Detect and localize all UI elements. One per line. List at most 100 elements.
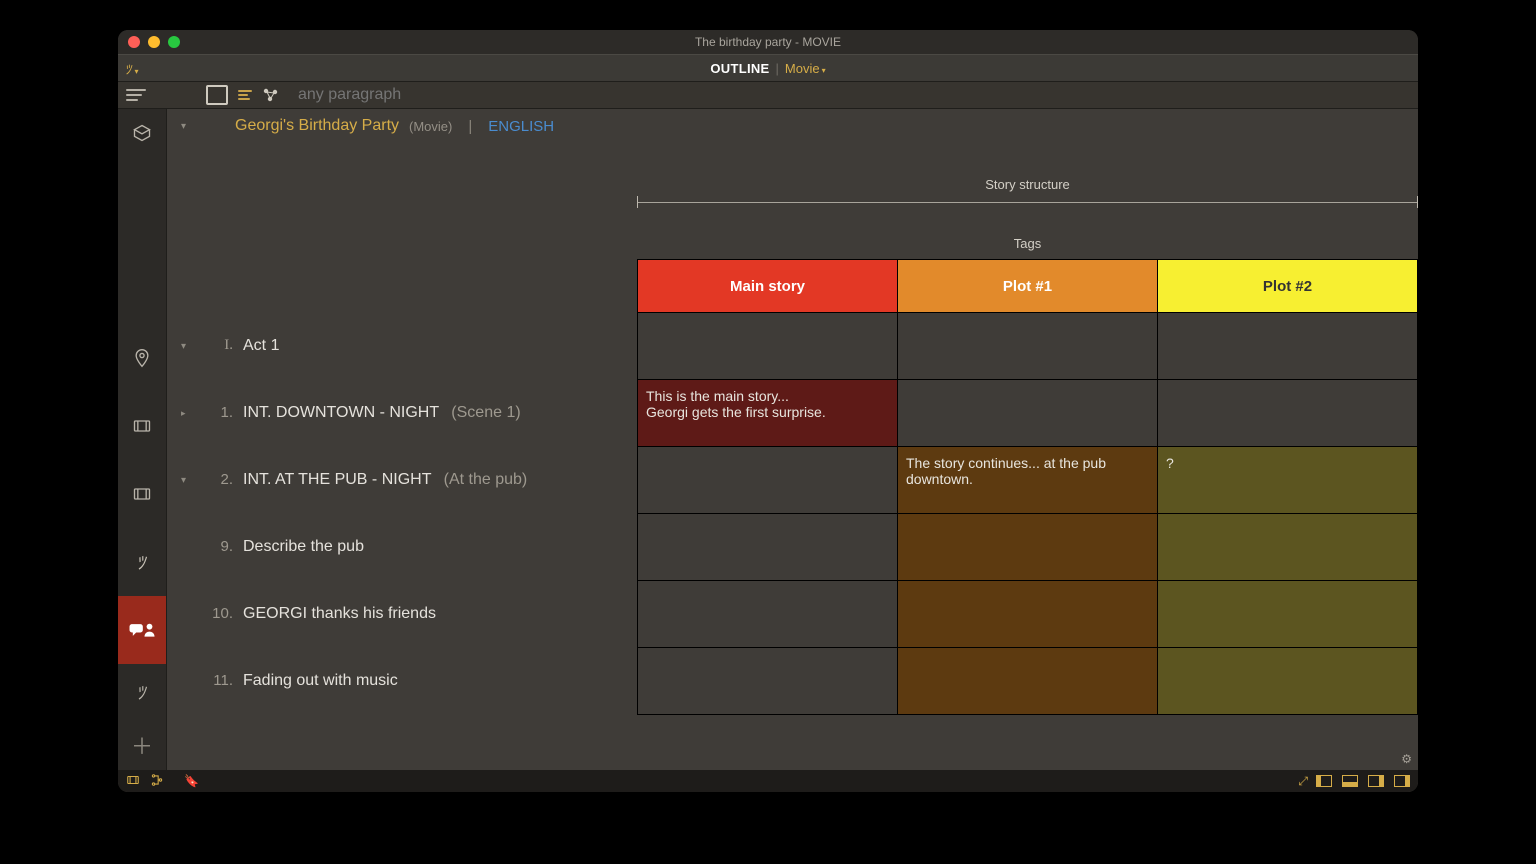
tags-row (638, 648, 1418, 715)
outline-text: Act 1 (243, 337, 279, 355)
column-header-plot-2[interactable]: Plot #2 (1158, 260, 1418, 313)
tags-label: Tags (637, 236, 1418, 251)
tags-grid: Main story Plot #1 Plot #2 This is the m… (637, 259, 1418, 715)
window-title: The birthday party - MOVIE (695, 35, 841, 49)
outline-lines-icon[interactable] (238, 90, 252, 100)
chevron-down-icon[interactable]: ▾ (181, 475, 201, 486)
tag-cell[interactable] (1158, 581, 1418, 648)
cluster-icon[interactable] (262, 87, 280, 103)
menu-icon[interactable] (126, 89, 146, 101)
sidebar-item-character-dialog[interactable] (118, 596, 166, 664)
tag-cell[interactable]: ? (1158, 447, 1418, 514)
expand-icon[interactable]: ⤢ (1298, 774, 1306, 789)
tag-cell[interactable] (898, 313, 1158, 380)
project-type-dropdown[interactable]: Movie▾ (785, 61, 826, 76)
project-type-label: Movie (785, 61, 820, 76)
language-selector[interactable]: ENGLISH (488, 118, 554, 135)
doc-header: ▾ Georgi's Birthday Party (Movie) | ENGL… (167, 109, 1418, 141)
outline-row-act[interactable]: ▾ I. Act 1 (181, 317, 637, 384)
status-bar: 🔖 ⤢ (118, 770, 1418, 792)
tag-cell[interactable]: This is the main story... Georgi gets th… (638, 380, 898, 447)
sidebar-item-scene-b[interactable] (118, 460, 166, 528)
chevron-right-icon[interactable]: ▸ (181, 408, 201, 419)
page-icon[interactable] (206, 85, 228, 105)
outline-text: INT. DOWNTOWN - NIGHT (Scene 1) (243, 404, 521, 422)
titlebar: The birthday party - MOVIE (118, 30, 1418, 54)
separator: | (776, 61, 779, 76)
outline-row[interactable]: 10. GEORGI thanks his friends (181, 585, 637, 652)
traffic-lights (128, 30, 180, 54)
outline-label: INT. DOWNTOWN - NIGHT (243, 404, 439, 421)
sidebar-item-box[interactable] (118, 109, 166, 157)
doc-collapse-toggle[interactable]: ▾ (181, 121, 195, 132)
tag-cell[interactable] (898, 581, 1158, 648)
tag-cell[interactable] (898, 514, 1158, 581)
outline-number: 9. (201, 538, 233, 555)
paragraph-icon-group (206, 85, 280, 105)
view-label-outline[interactable]: OUTLINE (710, 61, 769, 76)
sidebar-item-location[interactable] (118, 324, 166, 392)
outline-text: Fading out with music (243, 672, 398, 690)
outline-row-scene[interactable]: ▾ 2. INT. AT THE PUB - NIGHT (At the pub… (181, 451, 637, 518)
tag-cell[interactable] (638, 648, 898, 715)
panel-left-icon[interactable] (1316, 775, 1332, 787)
tree-icon[interactable] (150, 773, 164, 790)
tag-cell[interactable] (638, 447, 898, 514)
tags-row (638, 581, 1418, 648)
paragraph-toolbar (118, 82, 1418, 109)
tag-cell[interactable] (1158, 514, 1418, 581)
tags-row: This is the main story... Georgi gets th… (638, 380, 1418, 447)
tag-cell[interactable]: The story continues... at the pub downto… (898, 447, 1158, 514)
tag-cell[interactable] (638, 514, 898, 581)
doc-title[interactable]: Georgi's Birthday Party (235, 117, 399, 135)
panel-right-icon[interactable] (1368, 775, 1384, 787)
left-sidebar: ﾂ ﾂ ＋ (118, 109, 166, 770)
running-icon[interactable]: ﾂ▾ (126, 59, 139, 78)
app-window: The birthday party - MOVIE ﾂ▾ OUTLINE | … (118, 30, 1418, 792)
main-split: ▾ I. Act 1 ▸ 1. INT. DOWNTOWN - NIGHT (S… (167, 141, 1418, 770)
outline-list: ▾ I. Act 1 ▸ 1. INT. DOWNTOWN - NIGHT (S… (167, 141, 637, 770)
sidebar-item-scene-a[interactable] (118, 392, 166, 460)
outline-annotation: (Scene 1) (451, 404, 520, 421)
outline-text: INT. AT THE PUB - NIGHT (At the pub) (243, 471, 527, 489)
minimize-window-icon[interactable] (148, 36, 160, 48)
tag-cell[interactable] (1158, 648, 1418, 715)
column-header-plot-1[interactable]: Plot #1 (898, 260, 1158, 313)
tag-cell[interactable] (1158, 380, 1418, 447)
sidebar-item-action-b[interactable]: ﾂ (118, 664, 166, 720)
paragraph-filter-input[interactable] (296, 85, 500, 105)
story-structure-label: Story structure (637, 177, 1418, 192)
tag-cell[interactable] (638, 313, 898, 380)
sidebar-item-action[interactable]: ﾂ (118, 528, 166, 596)
tags-panel: Story structure Tags Main story Plot #1 … (637, 141, 1418, 770)
outline-number: 11. (201, 672, 233, 689)
film-icon[interactable] (126, 773, 140, 790)
fullscreen-window-icon[interactable] (168, 36, 180, 48)
tag-cell[interactable] (898, 380, 1158, 447)
chevron-down-icon[interactable]: ▾ (181, 341, 201, 352)
close-window-icon[interactable] (128, 36, 140, 48)
tag-cell[interactable] (1158, 313, 1418, 380)
mode-nav: ﾂ▾ OUTLINE | Movie▾ (118, 54, 1418, 82)
tags-row (638, 514, 1418, 581)
tags-row (638, 313, 1418, 380)
outline-row-scene[interactable]: ▸ 1. INT. DOWNTOWN - NIGHT (Scene 1) (181, 384, 637, 451)
sidebar-add-button[interactable]: ＋ (118, 720, 166, 770)
tag-cell[interactable] (638, 581, 898, 648)
bookmark-icon[interactable]: 🔖 (184, 774, 199, 788)
outline-label: INT. AT THE PUB - NIGHT (243, 471, 431, 488)
outline-number: 2. (201, 471, 233, 488)
outline-number: 10. (201, 605, 233, 622)
column-header-main-story[interactable]: Main story (638, 260, 898, 313)
content: ▾ Georgi's Birthday Party (Movie) | ENGL… (166, 109, 1418, 770)
tag-cell[interactable] (898, 648, 1158, 715)
outline-annotation: (At the pub) (444, 471, 528, 488)
outline-row[interactable]: 9. Describe the pub (181, 518, 637, 585)
gear-icon[interactable]: ⚙ (1401, 752, 1412, 766)
panel-bottom-icon[interactable] (1342, 775, 1358, 787)
body: ﾂ ﾂ ＋ ▾ Georgi's Birthday Party (Movie) (118, 109, 1418, 770)
outline-row[interactable]: 11. Fading out with music (181, 652, 637, 719)
story-structure-track[interactable] (637, 198, 1418, 208)
outline-number: 1. (201, 404, 233, 421)
panel-right-alt-icon[interactable] (1394, 775, 1410, 787)
